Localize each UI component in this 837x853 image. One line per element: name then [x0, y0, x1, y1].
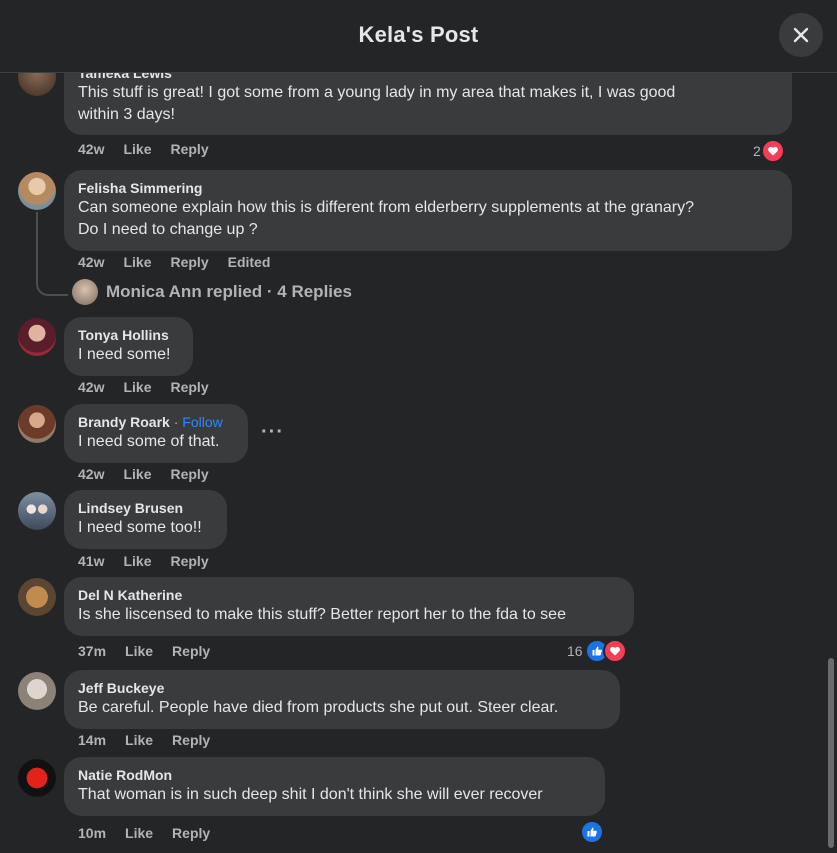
- comment-bubble: Del N Katherine Is she liscensed to make…: [64, 577, 634, 636]
- page-title: Kela's Post: [358, 22, 479, 47]
- comment-actions: 10m Like Reply: [78, 825, 229, 841]
- comment-author[interactable]: Lindsey Brusen: [78, 499, 213, 517]
- comment-text: I need some too!!: [78, 519, 202, 536]
- avatar[interactable]: [18, 318, 56, 356]
- replies-summary: Monica Ann replied · 4 Replies: [106, 282, 352, 301]
- comment-text: Be careful. People have died from produc…: [78, 699, 559, 716]
- comment-bubble: Lindsey Brusen I need some too!!: [64, 490, 227, 549]
- reply-button[interactable]: Reply: [172, 732, 210, 748]
- comment-actions: 37m Like Reply: [78, 643, 229, 659]
- view-replies-link[interactable]: Monica Ann replied · 4 Replies: [72, 279, 352, 305]
- reply-button[interactable]: Reply: [170, 254, 208, 270]
- avatar[interactable]: [18, 672, 56, 710]
- reply-button[interactable]: Reply: [172, 643, 210, 659]
- comment-time[interactable]: 10m: [78, 825, 106, 841]
- comment-time[interactable]: 42w: [78, 141, 104, 157]
- comment-bubble: Tonya Hollins I need some!: [64, 317, 193, 376]
- comment-author[interactable]: Felisha Simmering: [78, 179, 778, 197]
- comment-text-line: within 3 days!: [78, 106, 175, 123]
- comment-text-line: Do I need to change up ?: [78, 221, 258, 238]
- comment-time[interactable]: 41w: [78, 553, 104, 569]
- avatar: [72, 279, 98, 305]
- close-icon: [792, 26, 810, 44]
- comment-bubble: Brandy Roark · Follow I need some of tha…: [64, 404, 248, 463]
- like-button[interactable]: Like: [123, 379, 151, 395]
- heart-reaction-icon: [602, 639, 627, 663]
- avatar[interactable]: [18, 759, 56, 797]
- comment-author-line: Brandy Roark · Follow: [78, 413, 234, 431]
- comment-actions: 42w Like Reply Edited: [78, 254, 289, 270]
- like-reaction-icon: [580, 820, 604, 844]
- comment-text-line: Can someone explain how this is differen…: [78, 199, 695, 216]
- like-button[interactable]: Like: [125, 643, 153, 659]
- edited-label[interactable]: Edited: [228, 254, 271, 270]
- avatar[interactable]: [18, 578, 56, 616]
- comment-bubble: Jeff Buckeye Be careful. People have die…: [64, 670, 620, 729]
- reply-button[interactable]: Reply: [170, 466, 208, 482]
- reaction-summary[interactable]: 2: [753, 139, 785, 163]
- like-button[interactable]: Like: [125, 732, 153, 748]
- avatar[interactable]: [18, 172, 56, 210]
- reaction-count: 16: [567, 643, 583, 659]
- more-options-icon[interactable]: ···: [261, 421, 284, 444]
- comment-time[interactable]: 37m: [78, 643, 106, 659]
- comments-list: Tameka Lewis This stuff is great! I got …: [0, 0, 837, 853]
- comment-author[interactable]: Brandy Roark: [78, 414, 170, 430]
- comment-actions: 42w Like Reply: [78, 379, 228, 395]
- comment-actions: 41w Like Reply: [78, 553, 228, 569]
- reply-button[interactable]: Reply: [170, 379, 208, 395]
- comment-text: That woman is in such deep shit I don't …: [78, 786, 543, 803]
- reaction-summary[interactable]: [580, 820, 604, 844]
- comment-text: I need some of that.: [78, 433, 220, 450]
- thread-connector: [36, 212, 68, 296]
- comment-text-line: This stuff is great! I got some from a y…: [78, 84, 676, 101]
- like-button[interactable]: Like: [123, 553, 151, 569]
- like-button[interactable]: Like: [125, 825, 153, 841]
- heart-reaction-icon: [760, 139, 785, 163]
- comment-text: I need some!: [78, 346, 171, 363]
- comment-time[interactable]: 42w: [78, 466, 104, 482]
- comment-author[interactable]: Del N Katherine: [78, 586, 620, 604]
- scrollbar-thumb[interactable]: [828, 658, 834, 848]
- comment-author[interactable]: Tonya Hollins: [78, 326, 179, 344]
- comment-time[interactable]: 42w: [78, 254, 104, 270]
- comment-actions: 14m Like Reply: [78, 732, 229, 748]
- like-button[interactable]: Like: [123, 254, 151, 270]
- comment-actions: 42w Like Reply: [78, 466, 228, 482]
- like-button[interactable]: Like: [123, 466, 151, 482]
- reaction-summary[interactable]: 16: [567, 639, 627, 663]
- modal-header: Kela's Post: [0, 0, 837, 73]
- avatar[interactable]: [18, 405, 56, 443]
- comment-author[interactable]: Natie RodMon: [78, 766, 591, 784]
- reply-button[interactable]: Reply: [172, 825, 210, 841]
- comment-text: Is she liscensed to make this stuff? Bet…: [78, 606, 566, 623]
- comment-actions: 42w Like Reply: [78, 141, 228, 157]
- comment-bubble: Natie RodMon That woman is in such deep …: [64, 757, 605, 816]
- reply-button[interactable]: Reply: [170, 141, 208, 157]
- separator: ·: [169, 414, 183, 430]
- comment-bubble: Felisha Simmering Can someone explain ho…: [64, 170, 792, 251]
- avatar[interactable]: [18, 492, 56, 530]
- comment-time[interactable]: 42w: [78, 379, 104, 395]
- follow-button[interactable]: Follow: [182, 414, 222, 430]
- reply-button[interactable]: Reply: [170, 553, 208, 569]
- close-button[interactable]: [779, 13, 823, 57]
- comment-author[interactable]: Jeff Buckeye: [78, 679, 606, 697]
- reaction-count: 2: [753, 143, 761, 159]
- comment-time[interactable]: 14m: [78, 732, 106, 748]
- like-button[interactable]: Like: [123, 141, 151, 157]
